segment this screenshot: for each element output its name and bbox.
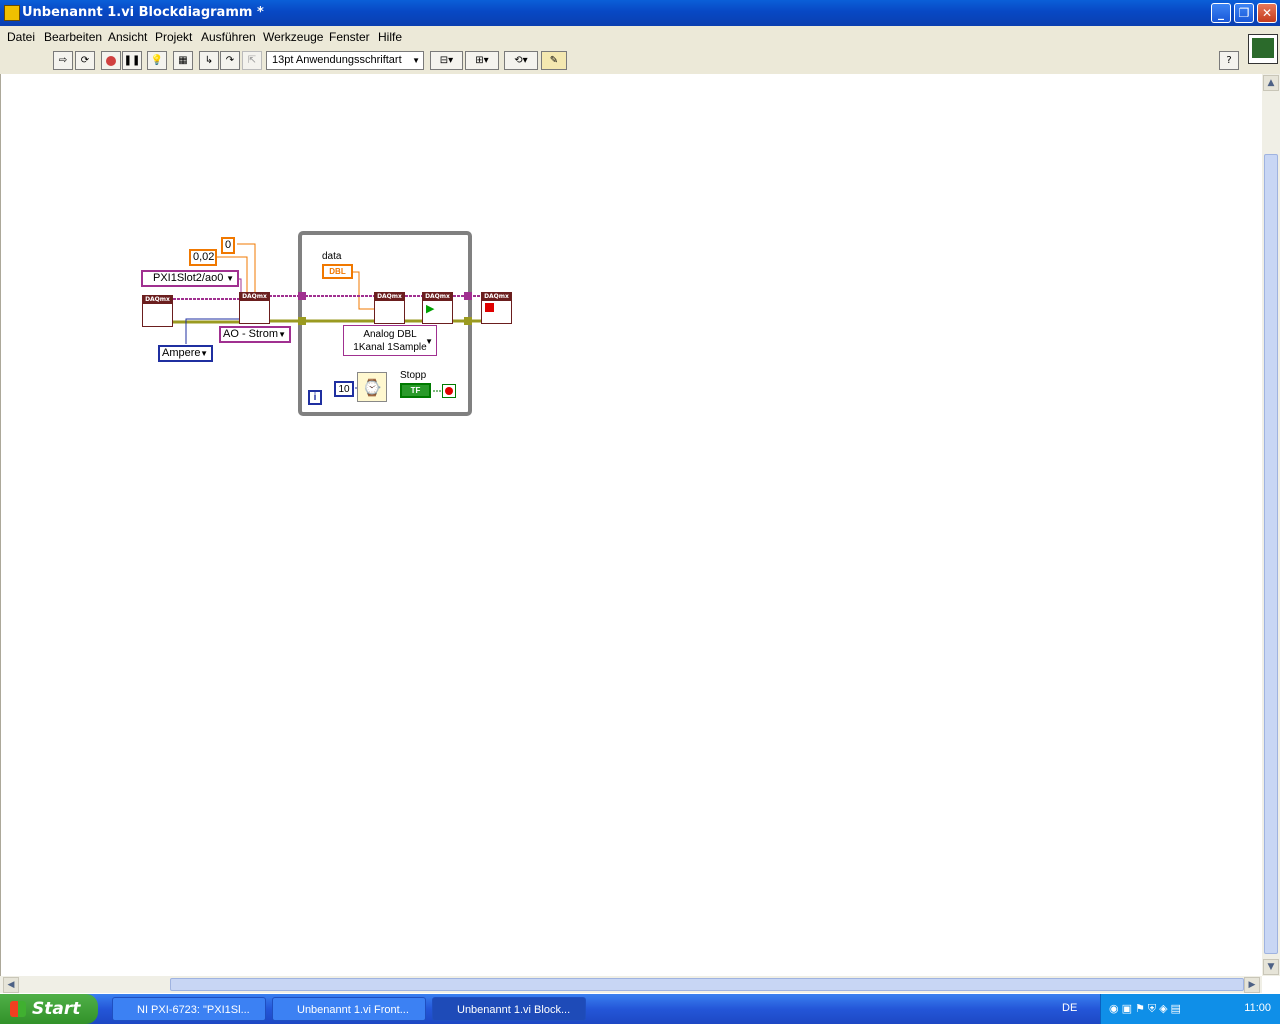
daqmx-header: DAQmx — [482, 293, 511, 301]
labview-app-icon — [4, 5, 20, 21]
units-selector[interactable]: Ampere ▼ — [158, 345, 213, 362]
font-select[interactable]: 13pt Anwendungsschriftart ▼ — [266, 51, 424, 70]
clean-up-diagram-icon[interactable]: ✎ — [541, 51, 567, 70]
daqmx-start-task-node[interactable]: DAQmx ▶ — [422, 292, 453, 324]
windows-logo-icon — [10, 1001, 26, 1017]
system-tray: ◉▣⚑⛨◈▤ 11:00 — [1100, 994, 1280, 1024]
start-label: Start — [32, 999, 81, 1019]
const-002[interactable]: 0,02 — [189, 249, 217, 266]
minimize-button[interactable]: _ — [1211, 3, 1231, 23]
stop-label: Stopp — [400, 370, 427, 381]
toolbar: ⇨ ⟳ ❚❚ 💡 ▦ ↳ ↷ ⇱ 13pt Anwendungsschrifta… — [0, 48, 1244, 75]
data-label: data — [322, 251, 342, 262]
stop-square-icon — [485, 303, 494, 312]
distribute-objects-icon[interactable]: ⊞▾ — [465, 51, 499, 70]
channel-value: PXI1Slot2/ao0 — [153, 272, 224, 284]
scroll-up-icon[interactable]: ▲ — [1263, 75, 1279, 91]
highlight-execution-icon[interactable]: 💡 — [147, 51, 167, 70]
stop-button-terminal[interactable]: TF — [400, 383, 431, 398]
language-indicator[interactable]: DE — [1062, 1002, 1077, 1014]
taskbar-item-front-panel[interactable]: Unbenannt 1.vi Front... — [272, 997, 426, 1021]
daqmx-stop-task-node[interactable]: DAQmx — [481, 292, 512, 324]
run-continuously-icon[interactable]: ⟳ — [75, 51, 95, 70]
menu-hilfe[interactable]: Hilfe — [378, 30, 402, 44]
scroll-down-icon[interactable]: ▼ — [1263, 959, 1279, 975]
daqmx-write-node[interactable]: DAQmx — [374, 292, 405, 324]
tunnel-error-out — [464, 317, 472, 325]
step-out-icon[interactable]: ⇱ — [242, 51, 262, 70]
wires-layer — [173, 231, 481, 416]
iteration-terminal: i — [308, 390, 322, 405]
run-arrow-icon[interactable]: ⇨ — [53, 51, 73, 70]
menu-projekt[interactable]: Projekt — [155, 30, 192, 44]
daqmx-create-task-node[interactable]: DAQmx — [142, 295, 173, 327]
step-into-icon[interactable]: ↳ — [199, 51, 219, 70]
maximize-button[interactable]: ❐ — [1234, 3, 1254, 23]
abort-icon[interactable] — [101, 51, 121, 70]
scroll-left-icon[interactable]: ◀ — [3, 977, 19, 993]
daqmx-create-channel-node[interactable]: DAQmx — [239, 292, 270, 324]
stop-if-true-icon — [445, 387, 453, 395]
start-button[interactable]: Start — [0, 994, 98, 1024]
pause-icon[interactable]: ❚❚ — [122, 51, 142, 70]
vi-icon-panel — [1244, 26, 1280, 74]
taskbar-item-block-diagram[interactable]: Unbenannt 1.vi Block... — [432, 997, 586, 1021]
vertical-scrollbar[interactable]: ▲ ▼ — [1262, 74, 1280, 976]
polymorphic-selector[interactable]: Analog DBL 1Kanal 1Sample ▼ — [343, 325, 437, 356]
units-value: Ampere — [162, 347, 201, 359]
reorder-icon[interactable]: ⟲▾ — [504, 51, 538, 70]
retain-wire-values-icon[interactable]: ▦ — [173, 51, 193, 70]
poly-mode-line1: Analog DBL — [363, 329, 417, 340]
font-select-value: 13pt Anwendungsschriftart — [272, 54, 402, 66]
horizontal-scroll-thumb[interactable] — [170, 978, 1244, 991]
const-zero[interactable]: 0 — [221, 237, 235, 254]
taskbar: Start NI PXI-6723: "PXI1Sl... Unbenannt … — [0, 994, 1280, 1024]
play-icon: ▶ — [426, 302, 435, 315]
tunnel-task-in — [298, 292, 306, 300]
chevron-down-icon: ▼ — [425, 337, 433, 346]
step-over-icon[interactable]: ↷ — [220, 51, 240, 70]
tunnel-task-out — [464, 292, 472, 300]
daqmx-header: DAQmx — [375, 293, 404, 301]
taskbar-item-ni-pxi[interactable]: NI PXI-6723: "PXI1Sl... — [112, 997, 266, 1021]
block-diagram-canvas[interactable]: 0 0,02 PXI1Slot2/ao0 ▼ AO - Strom ▼ Ampe… — [0, 74, 1263, 976]
chevron-down-icon: ▼ — [200, 349, 208, 358]
channel-constant[interactable]: PXI1Slot2/ao0 ▼ — [141, 270, 239, 287]
title-bar: Unbenannt 1.vi Blockdiagramm * _ ❐ ✕ — [0, 0, 1280, 26]
chevron-down-icon: ▼ — [412, 56, 420, 65]
tunnel-error-in — [298, 317, 306, 325]
scroll-right-icon[interactable]: ▶ — [1244, 977, 1260, 993]
chevron-down-icon: ▼ — [278, 330, 286, 339]
wire-const-zero — [237, 243, 256, 294]
daqmx-header: DAQmx — [143, 296, 172, 304]
menu-bar: Datei Bearbeiten Ansicht Projekt Ausführ… — [0, 26, 1244, 48]
daqmx-header: DAQmx — [240, 293, 269, 301]
align-objects-icon[interactable]: ⊟▾ — [430, 51, 463, 70]
vertical-scroll-thumb[interactable] — [1264, 154, 1278, 954]
menu-werkzeuge[interactable]: Werkzeuge — [263, 30, 323, 44]
menu-datei[interactable]: Datei — [7, 30, 35, 44]
poly-mode-line2: 1Kanal 1Sample — [353, 342, 427, 353]
data-control-terminal[interactable]: DBL — [322, 264, 353, 279]
close-button[interactable]: ✕ — [1257, 3, 1277, 23]
menu-fenster[interactable]: Fenster — [329, 30, 370, 44]
horizontal-scrollbar[interactable]: ◀ ▶ — [0, 976, 1262, 993]
loop-condition-terminal[interactable] — [442, 384, 456, 398]
daqmx-header: DAQmx — [423, 293, 452, 301]
help-button[interactable]: ? — [1219, 51, 1239, 70]
measure-type-selector[interactable]: AO - Strom ▼ — [219, 326, 291, 343]
vi-icon[interactable] — [1248, 34, 1278, 64]
window-title: Unbenannt 1.vi Blockdiagramm * — [22, 5, 264, 20]
clock: 11:00 — [1244, 1002, 1271, 1014]
wait-ms-constant[interactable]: 10 — [334, 381, 354, 397]
measure-type-value: AO - Strom — [223, 328, 279, 340]
menu-bearbeiten[interactable]: Bearbeiten — [44, 30, 102, 44]
menu-ausfuehren[interactable]: Ausführen — [201, 30, 256, 44]
tray-icons[interactable]: ◉▣⚑⛨◈▤ — [1109, 1002, 1184, 1016]
menu-ansicht[interactable]: Ansicht — [108, 30, 147, 44]
chevron-down-icon: ▼ — [226, 274, 234, 283]
wait-ms-function-icon[interactable]: ⌚ — [357, 372, 387, 402]
